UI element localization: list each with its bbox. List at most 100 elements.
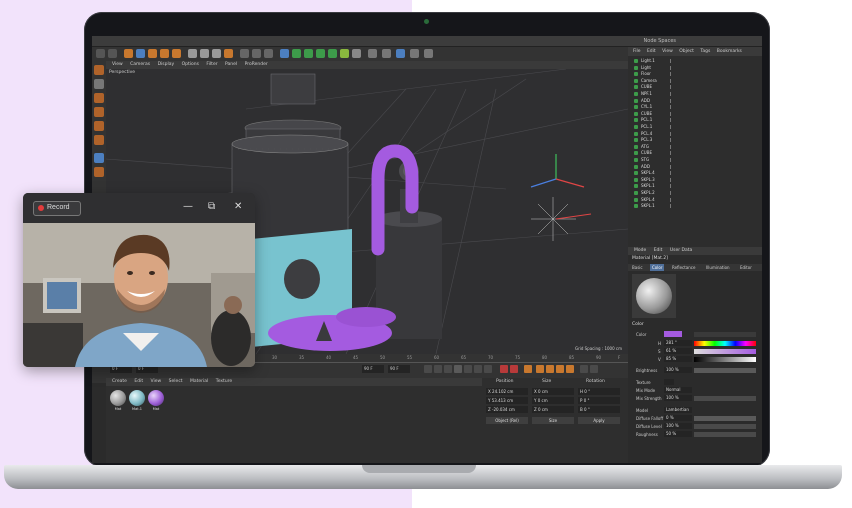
object-list-item[interactable]: Light.1 bbox=[628, 58, 762, 65]
cube-primitive-icon[interactable] bbox=[280, 49, 289, 58]
viewport-menu-panel[interactable]: Panel bbox=[225, 62, 237, 67]
color-picker-icons[interactable] bbox=[694, 332, 756, 337]
object-list-item[interactable]: CUBE bbox=[628, 150, 762, 157]
object-list-item[interactable]: CUBE bbox=[628, 111, 762, 118]
diffuse-level-slider[interactable] bbox=[694, 424, 756, 429]
interpolation-button[interactable] bbox=[580, 365, 588, 373]
visibility-flags[interactable] bbox=[670, 72, 681, 77]
material-menu-view[interactable]: View bbox=[151, 379, 162, 384]
object-list-item[interactable]: SKPL.2 bbox=[628, 190, 762, 197]
object-list-item[interactable]: Floor bbox=[628, 71, 762, 78]
object-list-item[interactable]: ADD bbox=[628, 98, 762, 105]
object-list-item[interactable]: PCL.1 bbox=[628, 124, 762, 131]
go-to-start-button[interactable] bbox=[424, 365, 432, 373]
diffuse-level-field[interactable]: 100 % bbox=[664, 423, 692, 429]
color-swatch[interactable] bbox=[664, 331, 682, 337]
visibility-flags[interactable] bbox=[670, 105, 681, 110]
points-mode-icon[interactable] bbox=[94, 93, 104, 103]
object-menu-view[interactable]: View bbox=[662, 49, 673, 54]
size-y-field[interactable]: Y 0 cm bbox=[532, 397, 574, 404]
texture-mode-icon[interactable] bbox=[94, 79, 104, 89]
undo-icon[interactable] bbox=[96, 49, 105, 58]
attribute-menu-mode[interactable]: Mode bbox=[634, 248, 646, 253]
visibility-flags[interactable] bbox=[670, 191, 681, 195]
key-position-button[interactable] bbox=[536, 365, 544, 373]
rotation-b-field[interactable]: B 0 ° bbox=[578, 406, 620, 413]
tab-basic[interactable]: Basic bbox=[630, 264, 645, 271]
saturation-field[interactable]: 61 % bbox=[664, 348, 692, 354]
tab-reflectance[interactable]: Reflectance bbox=[670, 264, 697, 271]
render-view-icon[interactable] bbox=[240, 49, 249, 58]
object-list-item[interactable]: SKPL.4 bbox=[628, 197, 762, 204]
light-icon[interactable] bbox=[368, 49, 377, 58]
key-scale-button[interactable] bbox=[556, 365, 564, 373]
object-list-item[interactable]: ADD bbox=[628, 164, 762, 171]
close-button[interactable]: ✕ bbox=[234, 202, 242, 212]
visibility-flags[interactable] bbox=[670, 131, 681, 136]
solo-mode-icon[interactable] bbox=[94, 167, 104, 177]
object-list-item[interactable]: SKPL.1 bbox=[628, 183, 762, 190]
visibility-flags[interactable] bbox=[670, 85, 681, 90]
brightness-field[interactable]: 100 % bbox=[664, 367, 692, 373]
apply-button[interactable]: Apply bbox=[578, 417, 620, 424]
visibility-flags[interactable] bbox=[670, 138, 681, 143]
material-swatch[interactable] bbox=[129, 390, 145, 406]
visibility-flags[interactable] bbox=[670, 92, 681, 96]
object-menu-bookmarks[interactable]: Bookmarks bbox=[717, 49, 742, 54]
value-field[interactable]: 85 % bbox=[664, 356, 692, 362]
object-list-item[interactable]: SKPL.3 bbox=[628, 177, 762, 184]
viewport-menu-view[interactable]: View bbox=[112, 62, 123, 67]
record-key-button[interactable] bbox=[500, 365, 508, 373]
object-list-item[interactable]: PCL.1 bbox=[628, 117, 762, 124]
roughness-field[interactable]: 50 % bbox=[664, 431, 692, 437]
select-tool-icon[interactable] bbox=[124, 49, 133, 58]
axis-mode-icon[interactable] bbox=[94, 135, 104, 145]
deformer-icon[interactable] bbox=[328, 49, 337, 58]
visibility-flags[interactable] bbox=[670, 151, 681, 156]
coordinate-system-icon[interactable] bbox=[224, 49, 233, 58]
record-button[interactable]: Record bbox=[33, 201, 81, 216]
play-button[interactable] bbox=[454, 365, 462, 373]
saturation-slider[interactable] bbox=[694, 349, 756, 354]
workplane-icon[interactable] bbox=[410, 49, 419, 58]
object-list-item[interactable]: CUBE bbox=[628, 84, 762, 91]
workplane-mode-icon[interactable] bbox=[94, 153, 104, 163]
recent-tool-icon[interactable] bbox=[172, 49, 181, 58]
tab-editor[interactable]: Editor bbox=[738, 264, 754, 271]
attribute-menu-edit[interactable]: Edit bbox=[654, 248, 663, 253]
model-mode-icon[interactable] bbox=[94, 65, 104, 75]
layout-icon[interactable] bbox=[382, 49, 391, 58]
object-list-item[interactable]: NPF.1 bbox=[628, 91, 762, 98]
visibility-flags[interactable] bbox=[670, 177, 681, 182]
visibility-flags[interactable] bbox=[670, 65, 681, 70]
restore-button[interactable]: ⧉ bbox=[208, 202, 215, 212]
mix-strength-field[interactable]: 100 % bbox=[664, 395, 692, 401]
size-z-field[interactable]: Z 0 cm bbox=[532, 406, 574, 413]
attribute-menu-user-data[interactable]: User Data bbox=[670, 248, 692, 253]
y-axis-icon[interactable] bbox=[200, 49, 209, 58]
cloner-icon[interactable] bbox=[316, 49, 325, 58]
floor-icon[interactable] bbox=[340, 49, 349, 58]
previous-frame-button[interactable] bbox=[444, 365, 452, 373]
tab-illumination[interactable]: Illumination bbox=[704, 264, 732, 271]
diffuse-falloff-slider[interactable] bbox=[694, 416, 756, 421]
object-list-item[interactable]: SKPL.1 bbox=[628, 203, 762, 210]
material-menu-material[interactable]: Material bbox=[190, 379, 208, 384]
viewport-menu-prorender[interactable]: ProRender bbox=[245, 62, 268, 67]
minimize-button[interactable]: — bbox=[183, 202, 193, 212]
rotation-h-field[interactable]: H 0 ° bbox=[578, 388, 620, 395]
camera-icon[interactable] bbox=[352, 49, 361, 58]
key-param-button[interactable] bbox=[566, 365, 574, 373]
visibility-flags[interactable] bbox=[670, 158, 681, 162]
object-list-item[interactable]: Light bbox=[628, 65, 762, 72]
viewport-menu-cameras[interactable]: Cameras bbox=[130, 62, 150, 67]
position-y-field[interactable]: Y 53.413 cm bbox=[486, 397, 528, 404]
object-list-item[interactable]: CYL.1 bbox=[628, 104, 762, 111]
visibility-flags[interactable] bbox=[670, 184, 681, 189]
visibility-flags[interactable] bbox=[670, 59, 681, 63]
brightness-slider[interactable] bbox=[694, 368, 756, 373]
material-swatch[interactable] bbox=[148, 390, 164, 406]
mix-mode-select[interactable]: Normal bbox=[664, 387, 692, 393]
viewport-menu-options[interactable]: Options bbox=[182, 62, 199, 67]
visibility-flags[interactable] bbox=[670, 78, 681, 83]
